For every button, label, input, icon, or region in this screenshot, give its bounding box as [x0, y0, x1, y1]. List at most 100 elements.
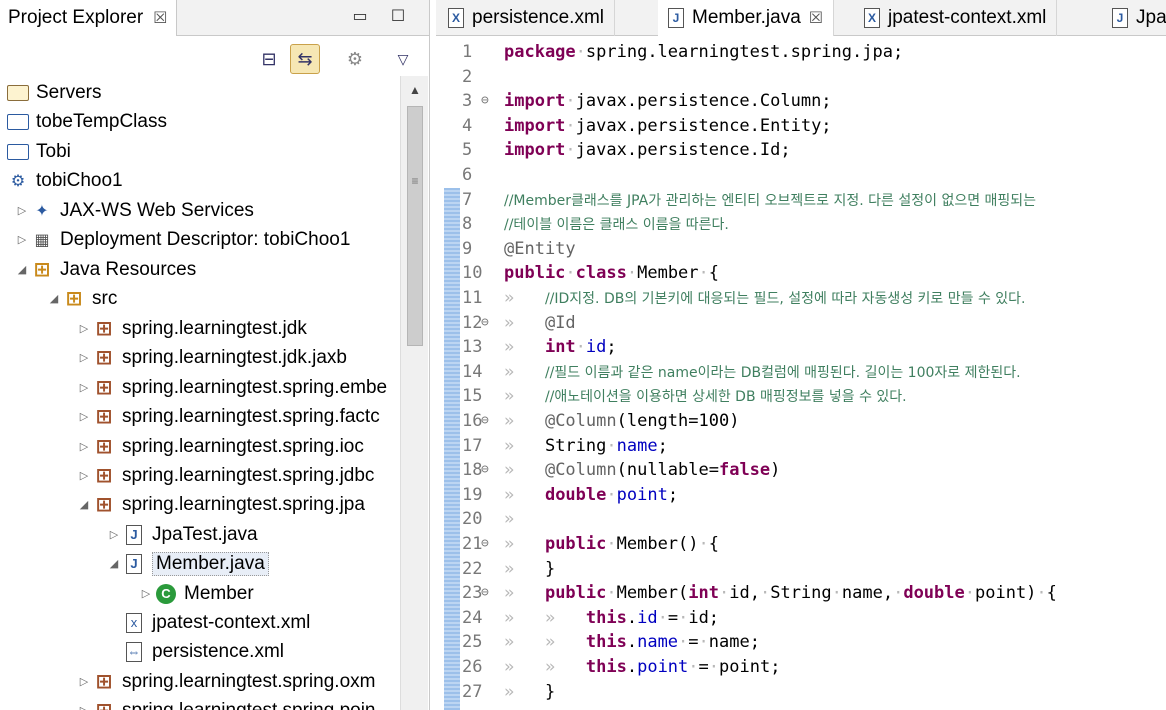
tree-item[interactable]: ⇔ persistence.xml — [106, 637, 284, 666]
tree-item[interactable]: ▷ ⊞ spring.learningtest.spring.jdbc — [76, 461, 375, 490]
fold-toggle-icon[interactable]: ⊖ — [481, 458, 489, 483]
line-number: 22 — [462, 558, 483, 579]
collapsed-arrow-icon[interactable]: ▷ — [14, 203, 30, 219]
fold-toggle-icon[interactable]: ⊖ — [481, 89, 489, 114]
expanded-arrow-icon[interactable]: ◢ — [14, 262, 30, 278]
collapsed-arrow-icon[interactable]: ▷ — [76, 380, 92, 396]
tree-item[interactable]: ◢ ⊞ src — [46, 284, 118, 313]
tree-item[interactable]: ▷ ⊞ spring.learningtest.spring.oxm — [76, 667, 376, 696]
collapsed-arrow-icon[interactable]: ▷ — [76, 321, 92, 337]
code-line[interactable]: 26 » » this.point·=·point; — [436, 655, 1166, 680]
tree-item[interactable]: ▷ ⊞ spring.learningtest.spring.embe — [76, 373, 387, 402]
tree-item[interactable]: Tobi — [6, 137, 71, 166]
code-line[interactable]: 19 » double·point; — [436, 483, 1166, 508]
collapsed-arrow-icon[interactable]: ▷ — [14, 232, 30, 248]
collapsed-arrow-icon[interactable]: ▷ — [76, 674, 92, 690]
code-text: @Entity — [504, 238, 576, 259]
collapsed-arrow-icon[interactable]: ▷ — [76, 350, 92, 366]
tree-item[interactable]: ▷ C Member — [138, 579, 254, 608]
collapsed-arrow-icon[interactable]: ▷ — [106, 527, 122, 543]
code-line[interactable]: 8 //테이블 이름은 클래스 이름을 따른다. — [436, 212, 1166, 237]
link-with-editor-icon[interactable]: ⇆ — [290, 44, 320, 74]
expanded-arrow-icon[interactable]: ◢ — [76, 497, 92, 513]
line-number: 15 — [462, 386, 483, 407]
tree-item[interactable]: ⚙ tobiChoo1 — [6, 166, 123, 195]
scroll-up-icon[interactable]: ▲ — [401, 80, 429, 100]
focus-icon[interactable]: ⚙ — [340, 44, 370, 74]
collapse-all-icon[interactable]: ⊟ — [254, 44, 284, 74]
code-line[interactable]: 2 — [436, 65, 1166, 90]
code-text: » » this.point·=·point; — [504, 657, 781, 677]
code-line[interactable]: 22 » } — [436, 557, 1166, 582]
collapsed-arrow-icon[interactable]: ▷ — [76, 439, 92, 455]
code-line[interactable]: 9 @Entity — [436, 237, 1166, 262]
tree-item[interactable]: ▷ ⊞ spring.learningtest.spring.ioc — [76, 432, 364, 461]
code-line[interactable]: 27 » } — [436, 680, 1166, 705]
tree-item[interactable]: ▷ ⊞ spring.learningtest.jdk — [76, 314, 307, 343]
collapsed-arrow-icon[interactable]: ▷ — [76, 468, 92, 484]
code-line[interactable]: 13 » int·id; — [436, 335, 1166, 360]
code-line[interactable]: 17 » String·name; — [436, 434, 1166, 459]
tree-item-label: jpatest-context.xml — [152, 611, 311, 633]
collapsed-arrow-icon[interactable]: ▷ — [76, 703, 92, 710]
tree-scrollbar[interactable]: ▲ ≡ — [400, 76, 428, 710]
tree-item[interactable]: ▷ ✦ JAX-WS Web Services — [14, 196, 254, 225]
code-line[interactable]: 24 » » this.id·=·id; — [436, 606, 1166, 631]
code-line[interactable]: 3 ⊖ import·javax.persistence.Column; — [436, 89, 1166, 114]
code-line[interactable]: 20 » — [436, 507, 1166, 532]
scroll-thumb[interactable] — [407, 106, 423, 346]
editor-tab[interactable]: J JpaT — [1102, 0, 1166, 36]
code-line[interactable]: 23 ⊖» public·Member(int·id,·String·name,·… — [436, 581, 1166, 606]
tree-item[interactable]: ◢ ⊞ spring.learningtest.spring.jpa — [76, 490, 365, 519]
view-menu-icon[interactable]: ▽ — [388, 44, 418, 74]
close-icon[interactable]: ☒ — [809, 8, 823, 28]
code-line[interactable]: 18 ⊖» @Column(nullable=false) — [436, 458, 1166, 483]
code-line[interactable]: 11 » //ID지정. DB의 기본키에 대응되는 필드, 설정에 따라 자동생… — [436, 286, 1166, 311]
tree-item[interactable]: tobeTempClass — [6, 107, 167, 136]
tree-item[interactable]: ◢ ⊞ Java Resources — [14, 255, 196, 284]
folder-icon — [6, 111, 30, 133]
maximize-icon[interactable]: ☐ — [386, 4, 410, 28]
code-line[interactable]: 6 — [436, 163, 1166, 188]
code-line[interactable]: 7 //Member클래스를 JPA가 관리하는 엔티티 오브젝트로 지정. 다른… — [436, 188, 1166, 213]
collapsed-arrow-icon[interactable]: ▷ — [76, 409, 92, 425]
tree-item[interactable]: ◢ J Member.java — [106, 549, 269, 578]
fold-toggle-icon[interactable]: ⊖ — [481, 532, 489, 557]
editor-tab[interactable]: J Member.java ☒ — [658, 0, 835, 36]
code-line[interactable]: 5 import·javax.persistence.Id; — [436, 138, 1166, 163]
tab-project-explorer[interactable]: Project Explorer ☒ — [0, 0, 177, 36]
web-project-icon: ⚙ — [10, 172, 26, 190]
fold-toggle-icon[interactable]: ⊖ — [481, 311, 489, 336]
expanded-arrow-icon[interactable]: ◢ — [46, 291, 62, 307]
tree-item[interactable]: x jpatest-context.xml — [106, 608, 310, 637]
code-line[interactable]: 10 public·class·Member·{ — [436, 261, 1166, 286]
code-line[interactable]: 14 » //필드 이름과 같은 name이라는 DB컬럼에 매핑된다. 길이는 … — [436, 360, 1166, 385]
collapsed-arrow-icon[interactable]: ▷ — [138, 586, 154, 602]
tree-item[interactable]: ▷ ⊞ spring.learningtest.spring.factc — [76, 402, 380, 431]
code-line[interactable]: 1 package·spring.learningtest.spring.jpa; — [436, 40, 1166, 65]
code-line[interactable]: 12 ⊖» @Id — [436, 311, 1166, 336]
package-icon: ⊞ — [95, 494, 113, 516]
tree-item-label: spring.learningtest.spring.poin — [122, 699, 376, 710]
fold-toggle-icon[interactable]: ⊖ — [481, 581, 489, 606]
editor-tab[interactable]: Xpersistence.xml — [438, 0, 615, 36]
code-editor[interactable]: 1 package·spring.learningtest.spring.jpa;… — [436, 40, 1166, 710]
code-line[interactable]: 4 import·javax.persistence.Entity; — [436, 114, 1166, 139]
code-line[interactable]: 15 » //애노테이션을 이용하면 상세한 DB 매핑정보를 넣을 수 있다. — [436, 384, 1166, 409]
code-line[interactable]: 25 » » this.name·=·name; — [436, 630, 1166, 655]
code-line[interactable]: 16 ⊖» @Column(length=100) — [436, 409, 1166, 434]
tree-item[interactable]: ▷ ⊞ spring.learningtest.jdk.jaxb — [76, 343, 347, 372]
editor-tab-label: Member.java — [692, 7, 801, 28]
editor-tab[interactable]: Xjpatest-context.xml — [854, 0, 1058, 36]
line-number: 5 — [462, 140, 473, 161]
code-line[interactable]: 21 ⊖» public·Member()·{ — [436, 532, 1166, 557]
minimize-icon[interactable]: ▭ — [348, 4, 372, 28]
tree-item[interactable]: ▷ ▦ Deployment Descriptor: tobiChoo1 — [14, 225, 351, 254]
tree-item[interactable]: Servers — [6, 78, 101, 107]
expanded-arrow-icon[interactable]: ◢ — [106, 556, 122, 572]
tree-item[interactable]: ▷ J JpaTest.java — [106, 520, 258, 549]
fold-toggle-icon[interactable]: ⊖ — [481, 409, 489, 434]
close-icon[interactable]: ☒ — [153, 8, 167, 28]
tree-item[interactable]: ▷⊞ spring.learningtest.spring.poin — [76, 696, 376, 710]
